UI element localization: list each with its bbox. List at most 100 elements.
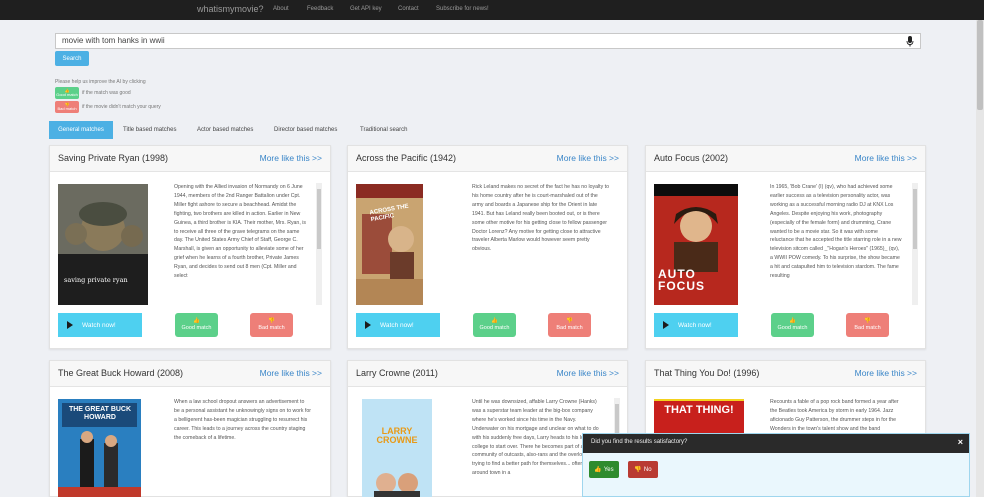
description-text: In 1965, 'Bob Crane' (I) (qv), who had a… (770, 184, 902, 280)
movie-poster[interactable]: THE GREAT BUCK HOWARD (58, 399, 141, 497)
good-match-button[interactable]: 👍 Good match (473, 313, 516, 337)
movie-title: Auto Focus (2002) (654, 153, 729, 163)
nav-feedback[interactable]: Feedback (307, 6, 333, 12)
page-scrollbar[interactable] (976, 20, 984, 497)
tab-title-based[interactable]: Title based matches (123, 121, 176, 139)
play-icon (663, 321, 669, 329)
play-icon (365, 321, 371, 329)
tab-general-matches[interactable]: General matches (49, 121, 113, 139)
bad-match-button[interactable]: 👎 Bad match (250, 313, 293, 337)
nav-get-api-key[interactable]: Get API key (350, 6, 382, 12)
no-button[interactable]: 👎 No (628, 461, 658, 478)
thumbs-down-icon: 👎 (864, 318, 871, 325)
movie-poster[interactable]: LARRY CROWNE (362, 399, 432, 497)
description-scrollbar[interactable] (316, 183, 322, 305)
search-button[interactable]: Search (55, 51, 89, 66)
card-header: Across the Pacific (1942) More like this… (348, 146, 627, 172)
watch-now-button[interactable]: Watch now! (654, 313, 738, 337)
thumbs-up-icon: 👍 (193, 318, 200, 325)
watch-now-label: Watch now! (82, 321, 116, 329)
close-icon[interactable]: × (958, 437, 963, 447)
description-text: Rick Leland makes no secret of the fact … (472, 184, 609, 253)
bad-match-label: Bad match (854, 325, 881, 331)
description-text: Opening with the Allied invasion of Norm… (174, 184, 306, 280)
bad-match-button[interactable]: 👎 Bad match (548, 313, 591, 337)
description-text: When a law school dropout answers an adv… (174, 399, 311, 441)
poster-title-text: saving private ryan (64, 276, 128, 284)
good-match-button[interactable]: 👍 Good match (175, 313, 218, 337)
movie-card: Across the Pacific (1942) More like this… (347, 145, 628, 349)
good-legend-text: if the match was good (82, 90, 131, 96)
good-match-label: Good match (777, 325, 808, 331)
yes-button[interactable]: 👍 Yes (589, 461, 619, 478)
nav-subscribe[interactable]: Subscribe for news! (436, 6, 489, 12)
more-like-this-link[interactable]: More like this >> (260, 368, 322, 378)
poster-title-text: THE GREAT BUCK HOWARD (68, 406, 132, 421)
brand-logo[interactable]: whatismymovie? (197, 4, 264, 14)
thumbs-down-icon: 👎 (634, 467, 642, 473)
description-scrollbar-thumb[interactable] (317, 189, 321, 249)
search-input[interactable]: movie with tom hanks in wwii (55, 33, 921, 49)
poster-title-text: AUTO FOCUS (658, 267, 705, 293)
top-navbar: whatismymovie? About Feedback Get API ke… (0, 0, 984, 20)
play-icon (67, 321, 73, 329)
movie-card: Auto Focus (2002) More like this >> AUTO… (645, 145, 926, 349)
movie-title: Saving Private Ryan (1998) (58, 153, 169, 163)
tab-director-based[interactable]: Director based matches (274, 121, 337, 139)
no-label: No (643, 466, 652, 473)
microphone-icon[interactable] (901, 34, 919, 48)
movie-title: Larry Crowne (2011) (356, 368, 438, 378)
more-like-this-link[interactable]: More like this >> (855, 368, 917, 378)
sample-label: Good match (56, 92, 78, 97)
good-match-button[interactable]: 👍 Good match (771, 313, 814, 337)
movie-description: Opening with the Allied invasion of Norm… (174, 183, 314, 305)
thumbs-up-icon: 👍 (491, 318, 498, 325)
watch-now-button[interactable]: Watch now! (58, 313, 142, 337)
poster-title-text: LARRY CROWNE (376, 426, 418, 446)
movie-description: When a law school dropout answers an adv… (174, 398, 319, 493)
movie-card: Saving Private Ryan (1998) More like thi… (49, 145, 331, 349)
bad-match-sample: 👎 Bad match (55, 101, 79, 113)
description-scrollbar-thumb[interactable] (913, 189, 917, 249)
nav-contact[interactable]: Contact (398, 6, 419, 12)
more-like-this-link[interactable]: More like this >> (557, 153, 619, 163)
bad-legend-text: if the movie didn't match your query (82, 104, 161, 110)
thumbs-up-icon: 👍 (594, 467, 602, 473)
watch-now-button[interactable]: Watch now! (356, 313, 440, 337)
card-header: Auto Focus (2002) More like this >> (646, 146, 925, 172)
movie-description: Rick Leland makes no secret of the fact … (472, 183, 617, 305)
good-match-sample: 👍 Good match (55, 87, 79, 99)
thumbs-down-icon: 👎 (268, 318, 275, 325)
tab-actor-based[interactable]: Actor based matches (197, 121, 253, 139)
movie-poster[interactable]: AUTO FOCUS (654, 184, 738, 305)
thumbs-up-icon: 👍 (789, 318, 796, 325)
movie-title: The Great Buck Howard (2008) (58, 368, 184, 378)
movie-card: The Great Buck Howard (2008) More like t… (49, 360, 331, 497)
thumbs-down-icon: 👎 (566, 318, 573, 325)
scrollbar-thumb[interactable] (977, 20, 983, 110)
movie-description: In 1965, 'Bob Crane' (I) (qv), who had a… (770, 183, 910, 305)
help-intro: Please help us improve the AI by clickin… (55, 79, 146, 85)
card-header: Larry Crowne (2011) More like this >> (348, 361, 627, 387)
good-match-label: Good match (181, 325, 212, 331)
watch-now-label: Watch now! (380, 321, 414, 329)
more-like-this-link[interactable]: More like this >> (557, 368, 619, 378)
description-scrollbar[interactable] (912, 183, 918, 305)
movie-poster[interactable]: ACROSS THE PACIFIC (356, 184, 423, 305)
sample-label: Bad match (57, 106, 77, 111)
card-header: That Thing You Do! (1996) More like this… (646, 361, 925, 387)
more-like-this-link[interactable]: More like this >> (855, 153, 917, 163)
popup-question: Did you find the results satisfactory? (591, 439, 688, 445)
movie-poster[interactable]: saving private ryan (58, 184, 148, 305)
popup-header: Did you find the results satisfactory? × (583, 434, 969, 453)
nav-about[interactable]: About (273, 6, 289, 12)
more-like-this-link[interactable]: More like this >> (260, 153, 322, 163)
tab-traditional-search[interactable]: Traditional search (360, 121, 407, 139)
bad-match-button[interactable]: 👎 Bad match (846, 313, 889, 337)
good-match-label: Good match (479, 325, 510, 331)
good-legend: 👍 Good match if the match was good (55, 87, 131, 99)
poster-title-text: THAT THING! (664, 404, 734, 416)
yes-label: Yes (603, 466, 614, 473)
bad-legend: 👎 Bad match if the movie didn't match yo… (55, 101, 161, 113)
watch-now-label: Watch now! (678, 321, 712, 329)
